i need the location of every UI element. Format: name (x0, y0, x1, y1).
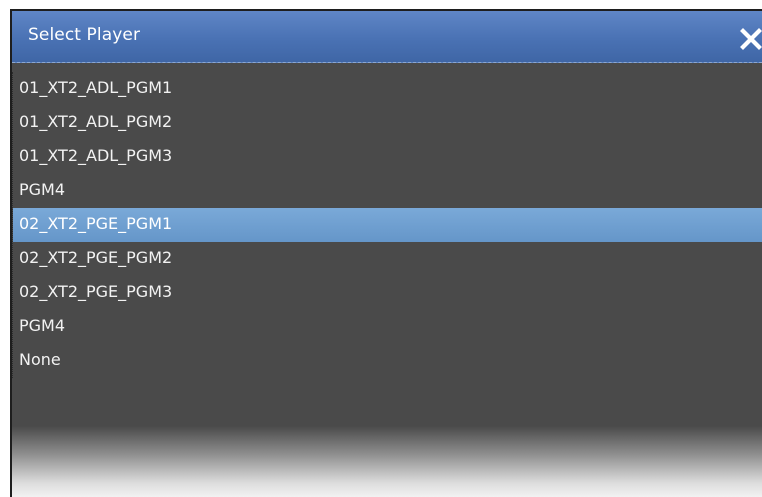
list-item[interactable]: PGM4 (13, 310, 762, 344)
list-item-selected[interactable]: 02_XT2_PGE_PGM1 (13, 208, 762, 242)
dialog-titlebar: Select Player (12, 11, 762, 63)
list-item[interactable]: PGM4 (13, 174, 762, 208)
list-bottom-fade (12, 426, 762, 497)
list-item[interactable]: 02_XT2_PGE_PGM2 (13, 242, 762, 276)
list-item[interactable]: 02_XT2_PGE_PGM3 (13, 276, 762, 310)
dialog-title: Select Player (28, 25, 141, 45)
list-item[interactable]: 01_XT2_ADL_PGM3 (13, 140, 762, 174)
list-item[interactable]: 01_XT2_ADL_PGM1 (13, 72, 762, 106)
select-player-dialog: Select Player 01_XT2_ADL_PGM1 01_XT2_ADL… (10, 9, 762, 497)
list-item[interactable]: None (13, 344, 762, 378)
list-item[interactable]: 01_XT2_ADL_PGM2 (13, 106, 762, 140)
player-list: 01_XT2_ADL_PGM1 01_XT2_ADL_PGM2 01_XT2_A… (12, 72, 762, 378)
close-icon[interactable] (738, 26, 762, 52)
